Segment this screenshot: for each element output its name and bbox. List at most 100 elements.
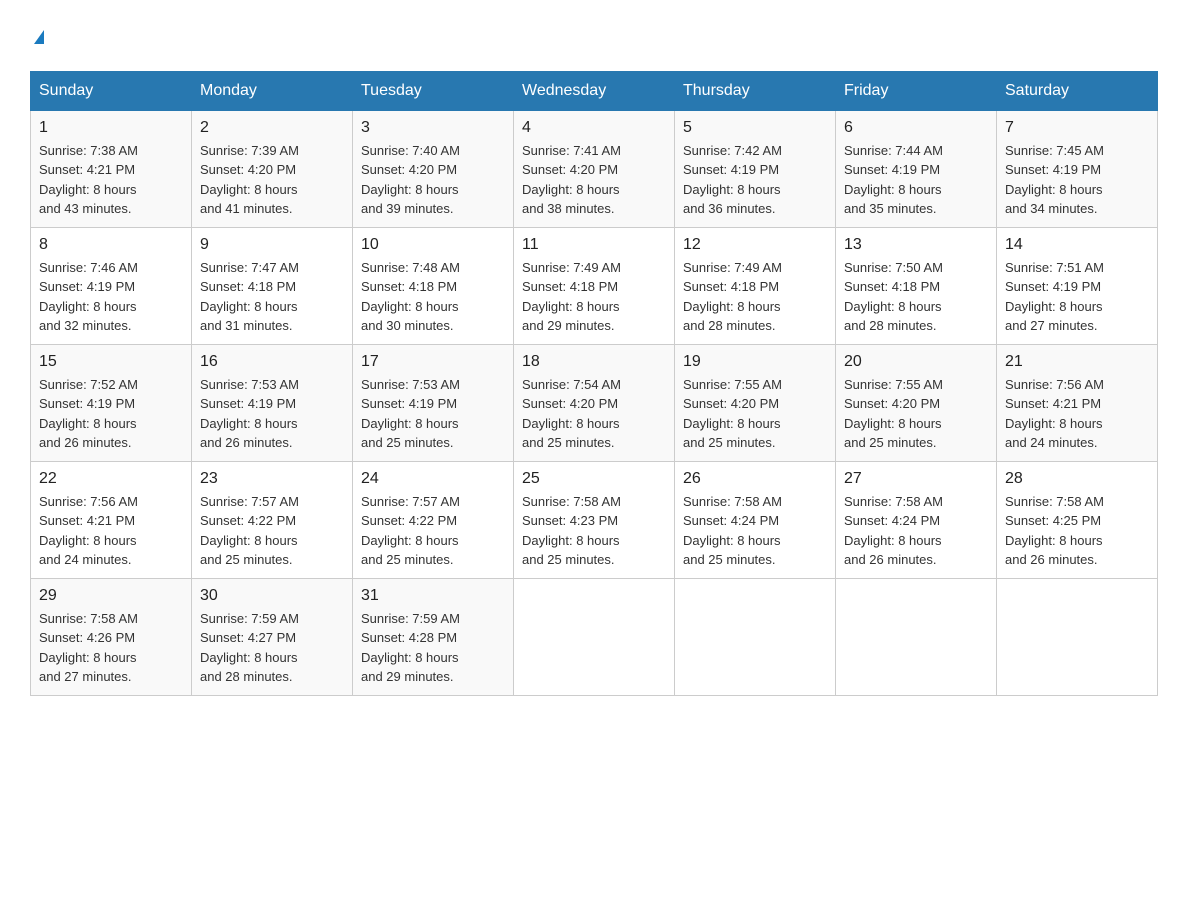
- week-row-2: 8 Sunrise: 7:46 AM Sunset: 4:19 PM Dayli…: [31, 227, 1158, 344]
- day-number: 27: [844, 470, 988, 488]
- day-cell: 24 Sunrise: 7:57 AM Sunset: 4:22 PM Dayl…: [353, 461, 514, 578]
- day-number: 31: [361, 587, 505, 605]
- day-info: Sunrise: 7:50 AM Sunset: 4:18 PM Dayligh…: [844, 258, 988, 336]
- day-cell: 15 Sunrise: 7:52 AM Sunset: 4:19 PM Dayl…: [31, 344, 192, 461]
- day-cell: 28 Sunrise: 7:58 AM Sunset: 4:25 PM Dayl…: [997, 461, 1158, 578]
- header-tuesday: Tuesday: [353, 71, 514, 110]
- day-info: Sunrise: 7:53 AM Sunset: 4:19 PM Dayligh…: [200, 375, 344, 453]
- day-info: Sunrise: 7:55 AM Sunset: 4:20 PM Dayligh…: [683, 375, 827, 453]
- day-cell: 31 Sunrise: 7:59 AM Sunset: 4:28 PM Dayl…: [353, 578, 514, 695]
- day-cell: 21 Sunrise: 7:56 AM Sunset: 4:21 PM Dayl…: [997, 344, 1158, 461]
- day-info: Sunrise: 7:42 AM Sunset: 4:19 PM Dayligh…: [683, 141, 827, 219]
- day-number: 2: [200, 119, 344, 137]
- day-info: Sunrise: 7:48 AM Sunset: 4:18 PM Dayligh…: [361, 258, 505, 336]
- calendar-table: SundayMondayTuesdayWednesdayThursdayFrid…: [30, 71, 1158, 696]
- day-cell: 29 Sunrise: 7:58 AM Sunset: 4:26 PM Dayl…: [31, 578, 192, 695]
- day-info: Sunrise: 7:58 AM Sunset: 4:23 PM Dayligh…: [522, 492, 666, 570]
- day-cell: 17 Sunrise: 7:53 AM Sunset: 4:19 PM Dayl…: [353, 344, 514, 461]
- day-cell: 10 Sunrise: 7:48 AM Sunset: 4:18 PM Dayl…: [353, 227, 514, 344]
- day-info: Sunrise: 7:52 AM Sunset: 4:19 PM Dayligh…: [39, 375, 183, 453]
- day-info: Sunrise: 7:46 AM Sunset: 4:19 PM Dayligh…: [39, 258, 183, 336]
- day-info: Sunrise: 7:45 AM Sunset: 4:19 PM Dayligh…: [1005, 141, 1149, 219]
- day-number: 10: [361, 236, 505, 254]
- day-number: 25: [522, 470, 666, 488]
- header-monday: Monday: [192, 71, 353, 110]
- day-info: Sunrise: 7:38 AM Sunset: 4:21 PM Dayligh…: [39, 141, 183, 219]
- day-number: 3: [361, 119, 505, 137]
- day-cell: 26 Sunrise: 7:58 AM Sunset: 4:24 PM Dayl…: [675, 461, 836, 578]
- day-number: 6: [844, 119, 988, 137]
- day-info: Sunrise: 7:40 AM Sunset: 4:20 PM Dayligh…: [361, 141, 505, 219]
- day-cell: 20 Sunrise: 7:55 AM Sunset: 4:20 PM Dayl…: [836, 344, 997, 461]
- day-number: 9: [200, 236, 344, 254]
- logo: [30, 20, 44, 51]
- day-number: 14: [1005, 236, 1149, 254]
- day-info: Sunrise: 7:58 AM Sunset: 4:25 PM Dayligh…: [1005, 492, 1149, 570]
- day-cell: 30 Sunrise: 7:59 AM Sunset: 4:27 PM Dayl…: [192, 578, 353, 695]
- day-cell: 16 Sunrise: 7:53 AM Sunset: 4:19 PM Dayl…: [192, 344, 353, 461]
- day-number: 11: [522, 236, 666, 254]
- day-info: Sunrise: 7:58 AM Sunset: 4:24 PM Dayligh…: [683, 492, 827, 570]
- day-number: 1: [39, 119, 183, 137]
- header-thursday: Thursday: [675, 71, 836, 110]
- day-cell: 9 Sunrise: 7:47 AM Sunset: 4:18 PM Dayli…: [192, 227, 353, 344]
- day-cell: [514, 578, 675, 695]
- calendar-header-row: SundayMondayTuesdayWednesdayThursdayFrid…: [31, 71, 1158, 110]
- week-row-3: 15 Sunrise: 7:52 AM Sunset: 4:19 PM Dayl…: [31, 344, 1158, 461]
- day-cell: 11 Sunrise: 7:49 AM Sunset: 4:18 PM Dayl…: [514, 227, 675, 344]
- day-cell: 4 Sunrise: 7:41 AM Sunset: 4:20 PM Dayli…: [514, 110, 675, 227]
- day-number: 15: [39, 353, 183, 371]
- page-header: [30, 20, 1158, 51]
- day-number: 22: [39, 470, 183, 488]
- day-number: 13: [844, 236, 988, 254]
- day-number: 26: [683, 470, 827, 488]
- day-cell: 5 Sunrise: 7:42 AM Sunset: 4:19 PM Dayli…: [675, 110, 836, 227]
- day-cell: [675, 578, 836, 695]
- day-info: Sunrise: 7:51 AM Sunset: 4:19 PM Dayligh…: [1005, 258, 1149, 336]
- day-info: Sunrise: 7:54 AM Sunset: 4:20 PM Dayligh…: [522, 375, 666, 453]
- day-cell: 18 Sunrise: 7:54 AM Sunset: 4:20 PM Dayl…: [514, 344, 675, 461]
- day-info: Sunrise: 7:57 AM Sunset: 4:22 PM Dayligh…: [200, 492, 344, 570]
- day-cell: 25 Sunrise: 7:58 AM Sunset: 4:23 PM Dayl…: [514, 461, 675, 578]
- week-row-1: 1 Sunrise: 7:38 AM Sunset: 4:21 PM Dayli…: [31, 110, 1158, 227]
- day-number: 23: [200, 470, 344, 488]
- day-number: 18: [522, 353, 666, 371]
- day-info: Sunrise: 7:55 AM Sunset: 4:20 PM Dayligh…: [844, 375, 988, 453]
- header-friday: Friday: [836, 71, 997, 110]
- day-info: Sunrise: 7:58 AM Sunset: 4:26 PM Dayligh…: [39, 609, 183, 687]
- day-number: 21: [1005, 353, 1149, 371]
- day-cell: 23 Sunrise: 7:57 AM Sunset: 4:22 PM Dayl…: [192, 461, 353, 578]
- day-info: Sunrise: 7:57 AM Sunset: 4:22 PM Dayligh…: [361, 492, 505, 570]
- day-cell: 22 Sunrise: 7:56 AM Sunset: 4:21 PM Dayl…: [31, 461, 192, 578]
- day-cell: 8 Sunrise: 7:46 AM Sunset: 4:19 PM Dayli…: [31, 227, 192, 344]
- day-number: 7: [1005, 119, 1149, 137]
- day-number: 5: [683, 119, 827, 137]
- day-cell: [836, 578, 997, 695]
- day-cell: 19 Sunrise: 7:55 AM Sunset: 4:20 PM Dayl…: [675, 344, 836, 461]
- day-number: 20: [844, 353, 988, 371]
- day-info: Sunrise: 7:49 AM Sunset: 4:18 PM Dayligh…: [522, 258, 666, 336]
- day-number: 4: [522, 119, 666, 137]
- logo-triangle-icon: [34, 30, 44, 44]
- day-info: Sunrise: 7:56 AM Sunset: 4:21 PM Dayligh…: [1005, 375, 1149, 453]
- day-info: Sunrise: 7:49 AM Sunset: 4:18 PM Dayligh…: [683, 258, 827, 336]
- day-info: Sunrise: 7:56 AM Sunset: 4:21 PM Dayligh…: [39, 492, 183, 570]
- header-saturday: Saturday: [997, 71, 1158, 110]
- day-number: 30: [200, 587, 344, 605]
- day-number: 16: [200, 353, 344, 371]
- day-number: 12: [683, 236, 827, 254]
- day-cell: 6 Sunrise: 7:44 AM Sunset: 4:19 PM Dayli…: [836, 110, 997, 227]
- day-number: 8: [39, 236, 183, 254]
- day-info: Sunrise: 7:59 AM Sunset: 4:27 PM Dayligh…: [200, 609, 344, 687]
- day-info: Sunrise: 7:44 AM Sunset: 4:19 PM Dayligh…: [844, 141, 988, 219]
- day-number: 28: [1005, 470, 1149, 488]
- day-number: 29: [39, 587, 183, 605]
- day-cell: 2 Sunrise: 7:39 AM Sunset: 4:20 PM Dayli…: [192, 110, 353, 227]
- header-wednesday: Wednesday: [514, 71, 675, 110]
- day-cell: 7 Sunrise: 7:45 AM Sunset: 4:19 PM Dayli…: [997, 110, 1158, 227]
- day-info: Sunrise: 7:47 AM Sunset: 4:18 PM Dayligh…: [200, 258, 344, 336]
- day-info: Sunrise: 7:58 AM Sunset: 4:24 PM Dayligh…: [844, 492, 988, 570]
- week-row-4: 22 Sunrise: 7:56 AM Sunset: 4:21 PM Dayl…: [31, 461, 1158, 578]
- day-info: Sunrise: 7:59 AM Sunset: 4:28 PM Dayligh…: [361, 609, 505, 687]
- day-cell: 3 Sunrise: 7:40 AM Sunset: 4:20 PM Dayli…: [353, 110, 514, 227]
